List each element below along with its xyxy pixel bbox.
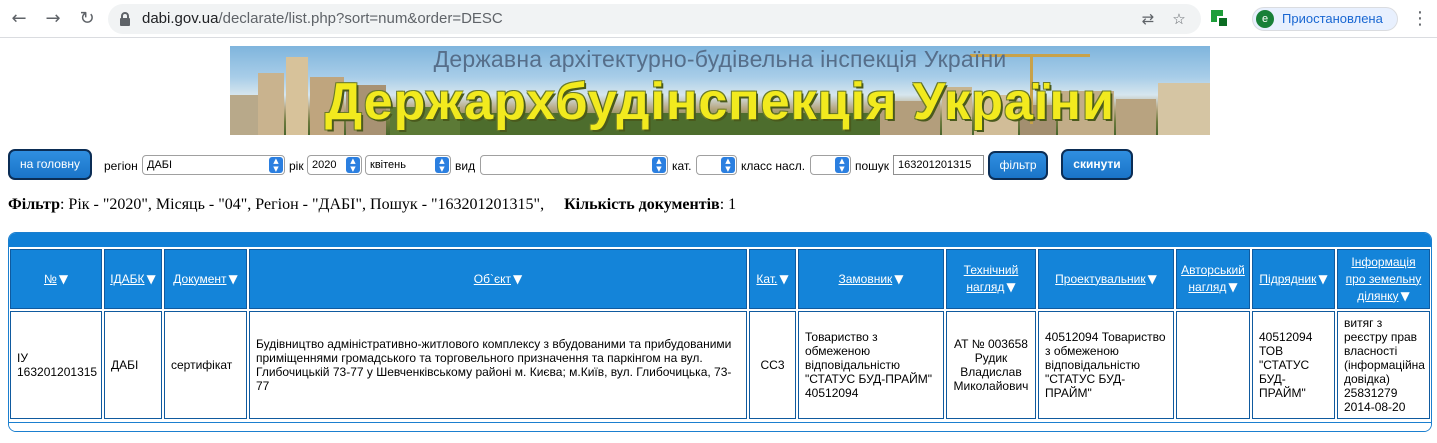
filter-summary-label: Фільтр	[8, 196, 60, 213]
column-header-customer[interactable]: Замовник ▼	[798, 249, 944, 309]
table-top-bar	[9, 233, 1431, 247]
sort-triangle-icon[interactable]: ▼	[147, 272, 156, 286]
dropdown-arrow-icon: ▲ ▼	[435, 157, 449, 173]
sort-triangle-icon[interactable]: ▼	[1148, 272, 1157, 286]
reload-icon[interactable]: ↻	[76, 8, 98, 30]
table-row-customer: Товариство з обмеженою відповідальністю …	[798, 311, 944, 419]
browser-toolbar: ← → ↻ dabi.gov.ua/declarate/list.php?sor…	[0, 0, 1437, 38]
sort-triangle-icon[interactable]: ▼	[1318, 272, 1327, 286]
address-bar[interactable]: dabi.gov.ua/declarate/list.php?sort=num&…	[108, 4, 1201, 34]
table-row-document: сертифікат	[164, 311, 247, 419]
year-select-value: 2020	[312, 159, 337, 171]
dropdown-arrow-icon: ▲ ▼	[346, 157, 360, 173]
sort-triangle-icon[interactable]: ▼	[894, 272, 903, 286]
month-select[interactable]: квітень ▲ ▼	[365, 155, 451, 175]
reset-button[interactable]: скинути	[1061, 149, 1133, 180]
class-select[interactable]: ▲ ▼	[810, 155, 851, 175]
site-banner: Державна архітектурно-будівельна інспекц…	[230, 46, 1210, 135]
star-icon[interactable]: ☆	[1170, 10, 1188, 28]
home-button[interactable]: на головну	[8, 149, 92, 180]
column-header-land-info[interactable]: Інформація про земельну ділянку ▼	[1337, 249, 1430, 309]
document-count-value: : 1	[719, 196, 737, 213]
column-header-object[interactable]: Об`єкт ▼	[249, 249, 747, 309]
filter-button[interactable]: фільтр	[988, 151, 1048, 180]
table-row-idabk: ДАБІ	[104, 311, 162, 419]
sort-triangle-icon[interactable]: ▼	[1006, 280, 1015, 294]
region-select[interactable]: ДАБІ ▲ ▼	[142, 155, 285, 175]
type-label: вид	[455, 159, 476, 173]
category-select[interactable]: ▲ ▼	[696, 155, 737, 175]
region-label: регіон	[104, 159, 138, 173]
document-count-label: Кількість документів	[564, 196, 720, 213]
banner-subtitle: Державна архітектурно-будівельна інспекц…	[433, 46, 1007, 72]
type-select[interactable]: ▲ ▼	[480, 155, 668, 175]
month-select-value: квітень	[370, 159, 406, 171]
table-row-object: Будівництво адміністративно-житлового ко…	[249, 311, 747, 419]
table-row-designer: 40512094 Товариство з обмеженою відповід…	[1038, 311, 1174, 419]
column-header-author-supervision[interactable]: Авторський нагляд ▼	[1176, 249, 1250, 309]
region-select-value: ДАБІ	[147, 159, 173, 171]
column-header-idabk[interactable]: ІДАБК ▼	[104, 249, 162, 309]
dropdown-arrow-icon: ▲ ▼	[652, 157, 666, 173]
kebab-menu-icon[interactable]: ⋮	[1410, 9, 1430, 29]
translate-icon[interactable]: ⇄	[1139, 10, 1157, 28]
filter-summary-text: : Рік - "2020", Місяць - "04", Регіон - …	[59, 196, 545, 213]
search-label: пошук	[855, 159, 890, 173]
extension-icon[interactable]	[1211, 10, 1229, 28]
column-header-document[interactable]: Документ ▼	[164, 249, 247, 309]
column-header-tech-supervision[interactable]: Технічний нагляд ▼	[946, 249, 1036, 309]
declarations-table: № ▼ ІДАБК ▼ Документ ▼ Об`єкт ▼ Кат. ▼ Замовн…	[8, 232, 1432, 432]
column-header-category[interactable]: Кат. ▼	[749, 249, 796, 309]
search-input[interactable]: 163201201315	[893, 155, 984, 175]
column-header-contractor[interactable]: Підрядник ▼	[1252, 249, 1335, 309]
table-row-tech-supervision: АТ № 003658 Рудик Владислав Миколайович	[946, 311, 1036, 419]
sort-triangle-icon[interactable]: ▼	[1228, 280, 1237, 294]
banner-title: Держархбудінспекція України	[325, 73, 1115, 131]
table-row-contractor: 40512094 ТОВ "СТАТУС БУД-ПРАЙМ"	[1252, 311, 1335, 419]
dropdown-arrow-icon: ▲ ▼	[721, 157, 735, 173]
profile-button[interactable]: e Приостановлена	[1252, 7, 1398, 31]
category-label: кат.	[672, 159, 692, 173]
year-label: рік	[289, 159, 304, 173]
table-bottom-bar	[9, 422, 1431, 431]
table-row-author-supervision	[1176, 311, 1250, 419]
sort-triangle-icon[interactable]: ▼	[1400, 289, 1409, 303]
year-select[interactable]: 2020 ▲ ▼	[307, 155, 362, 175]
class-label: класс насл.	[741, 159, 806, 173]
sort-triangle-icon[interactable]: ▼	[229, 272, 238, 286]
profile-status-label: Приостановлена	[1282, 11, 1383, 26]
sort-triangle-icon[interactable]: ▼	[59, 272, 68, 286]
url-text[interactable]: dabi.gov.ua/declarate/list.php?sort=num&…	[142, 10, 503, 27]
column-header-designer[interactable]: Проектувальник ▼	[1038, 249, 1174, 309]
sort-triangle-icon[interactable]: ▼	[513, 272, 522, 286]
back-icon[interactable]: ←	[8, 8, 30, 30]
column-header-number[interactable]: № ▼	[10, 249, 102, 309]
table-row-category: СС3	[749, 311, 796, 419]
dropdown-arrow-icon: ▲ ▼	[835, 157, 849, 173]
lock-icon[interactable]	[120, 12, 130, 26]
filter-summary: Фільтр: Рік - "2020", Місяць - "04", Рег…	[8, 196, 736, 214]
forward-icon[interactable]: →	[42, 8, 64, 30]
avatar: e	[1256, 10, 1274, 28]
table-row-number: ІУ 163201201315	[10, 311, 102, 419]
sort-triangle-icon[interactable]: ▼	[779, 272, 788, 286]
dropdown-arrow-icon: ▲ ▼	[269, 157, 283, 173]
table-row-land-info: витяг з реєстру прав власності (інформац…	[1337, 311, 1430, 419]
